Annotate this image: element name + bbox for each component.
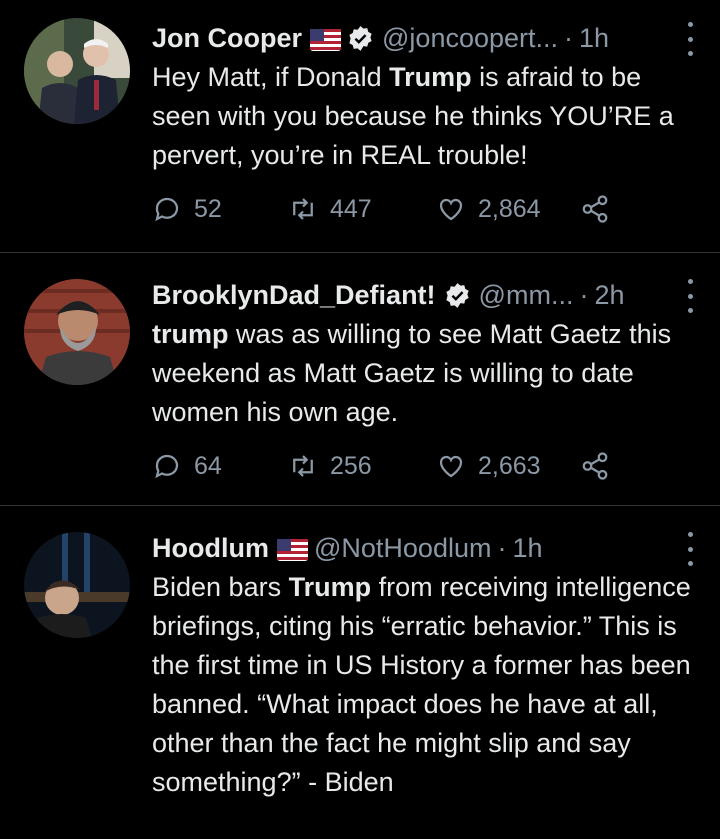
display-name[interactable]: Hoodlum: [152, 533, 269, 564]
handle[interactable]: @mm...: [479, 280, 574, 311]
timestamp[interactable]: 2h: [594, 280, 624, 311]
more-options-icon[interactable]: [680, 22, 700, 56]
share-button[interactable]: [580, 451, 610, 481]
tweet-actions: 64 256 2,663: [152, 451, 700, 481]
tweet-text: Biden bars Trump from receiving intellig…: [152, 572, 691, 797]
handle[interactable]: @joncoopert...: [382, 23, 558, 54]
share-icon: [582, 195, 608, 223]
retweet-button[interactable]: 256: [288, 451, 436, 481]
like-count: 2,864: [478, 194, 541, 223]
like-button[interactable]: 2,663: [436, 451, 580, 481]
like-icon: [439, 198, 463, 221]
timestamp[interactable]: 1h: [579, 23, 609, 54]
tweet[interactable]: BrooklynDad_Defiant! @mm... · 2h trump w…: [0, 253, 720, 506]
more-options-icon[interactable]: [680, 279, 700, 313]
tweet-header: BrooklynDad_Defiant! @mm... · 2h: [152, 275, 700, 315]
tweet-actions: 52 447 2,864: [152, 194, 700, 224]
retweet-icon: [293, 455, 313, 477]
retweet-button[interactable]: 447: [288, 194, 436, 224]
tweet-header: Jon Cooper @joncoopert... · 1h: [152, 18, 700, 58]
reply-count: 52: [194, 194, 222, 223]
separator-dot: ·: [579, 279, 589, 310]
tweet-text: trump was as willing to see Matt Gaetz t…: [152, 319, 672, 427]
tweet-text: Hey Matt, if Donald Trump is afraid to b…: [152, 62, 674, 170]
retweet-icon: [293, 198, 313, 220]
separator-dot: ·: [564, 22, 574, 53]
reply-icon: [155, 454, 179, 479]
avatar[interactable]: [24, 18, 130, 124]
avatar[interactable]: [24, 532, 130, 638]
separator-dot: ·: [497, 532, 507, 563]
us-flag-icon: [310, 27, 342, 51]
retweet-count: 256: [330, 451, 372, 480]
verified-badge-icon: [444, 282, 471, 309]
timestamp[interactable]: 1h: [512, 533, 542, 564]
display-name[interactable]: BrooklynDad_Defiant!: [152, 280, 436, 311]
tweet[interactable]: Hoodlum @NotHoodlum · 1h Biden bars Trum…: [0, 506, 720, 839]
avatar[interactable]: [24, 279, 130, 385]
retweet-count: 447: [330, 194, 372, 223]
reply-icon: [155, 197, 179, 222]
tweet[interactable]: Jon Cooper @joncoopert... · 1h Hey Matt,…: [0, 0, 720, 253]
reply-button[interactable]: 52: [152, 194, 288, 224]
display-name[interactable]: Jon Cooper: [152, 23, 302, 54]
share-button[interactable]: [580, 194, 610, 224]
handle[interactable]: @NotHoodlum: [314, 533, 491, 564]
tweet-header: Hoodlum @NotHoodlum · 1h: [152, 528, 700, 568]
reply-count: 64: [194, 451, 222, 480]
reply-button[interactable]: 64: [152, 451, 288, 481]
share-icon: [582, 452, 608, 480]
verified-badge-icon: [347, 25, 374, 52]
like-icon: [439, 455, 463, 478]
like-count: 2,663: [478, 451, 541, 480]
like-button[interactable]: 2,864: [436, 194, 580, 224]
us-flag-icon: [276, 537, 308, 561]
more-options-icon[interactable]: [680, 532, 700, 566]
